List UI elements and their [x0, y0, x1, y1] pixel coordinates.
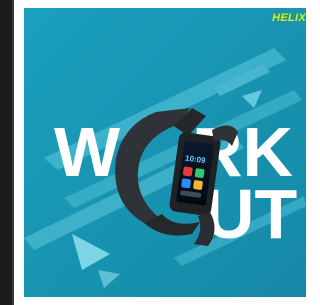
headline-w: W [54, 113, 120, 191]
steps-tile [193, 180, 203, 190]
brand-logo-text: HELIX [272, 12, 306, 24]
headline-ut: UT [204, 175, 297, 253]
banner-artwork: W RK UT 10:09 [24, 8, 306, 297]
activity-tile [194, 168, 205, 178]
heart-rate-tile [182, 166, 193, 177]
product-banner[interactable]: W RK UT 10:09 HELIX [24, 8, 306, 297]
left-border-strip [0, 0, 14, 305]
sleep-tile [181, 178, 191, 189]
